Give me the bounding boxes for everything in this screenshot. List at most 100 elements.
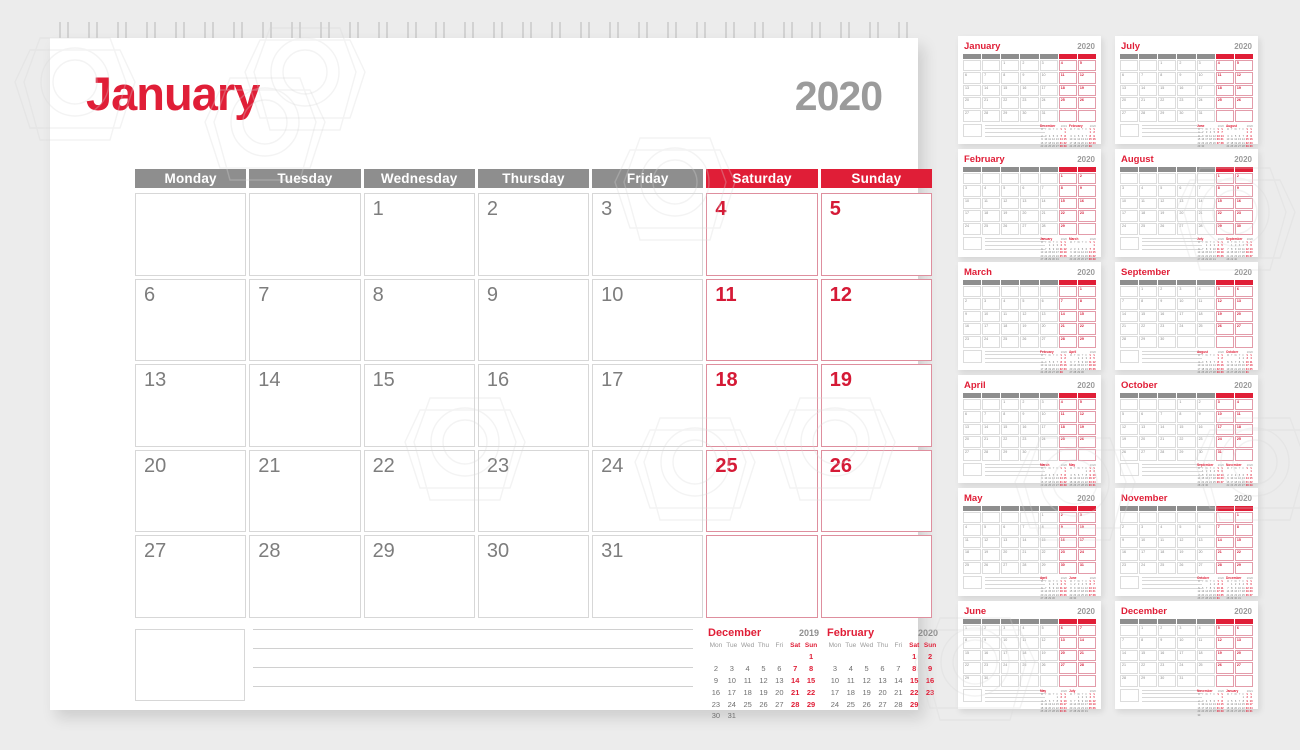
thumbnail-day-number: 13 [1060,638,1065,643]
thumbnail-day-cell: 6 [1039,298,1058,310]
thumbnail-day-cell: 23 [1177,97,1196,109]
day-cell[interactable]: 19 [820,364,932,447]
day-cell[interactable]: 23 [477,449,590,533]
thumbnail-day-cell: 22 [1215,210,1234,222]
thumbnail-day-cell: 29 [1077,335,1096,348]
thumbnail-footer: August 2020 M T W T F S S 1 2 3 4 5 6 7 8 9 10 11 12 13 14 15 16… [1120,349,1253,378]
thumbnail-page-may[interactable]: May 2020 1 2 3 4 5 6 7 8 9 10 11 12 13 14 15 16 17 18 19 20 21… [958,488,1101,600]
day-cell[interactable]: 11 [706,278,818,362]
thumbnail-day-cell: 30 [1020,109,1039,122]
thumbnail-day-number: 10 [1041,412,1046,417]
note-line[interactable] [253,686,693,687]
day-cell[interactable]: 17 [592,364,704,447]
mini-day: 15 [806,675,816,685]
thumbnail-page-march[interactable]: March 2020 1 2 3 4 5 6 7 8 9 10 11 12 13 14 15 16 17 18 19 20… [958,262,1101,374]
thumbnail-note-line [985,467,1045,468]
day-cell[interactable]: 7 [249,278,361,362]
thumbnail-day-cell: 3 [1196,59,1215,72]
thumbnail-day-cell: 20 [1039,323,1058,335]
day-cell[interactable]: 6 [135,278,247,362]
day-cell[interactable]: 5 [820,193,932,276]
note-line[interactable] [253,629,693,630]
thumbnail-weekday-cell [1058,279,1077,285]
day-cell[interactable]: 25 [706,449,818,533]
thumbnail-page-december[interactable]: December 2020 1 2 3 4 5 6 7 8 9 10 11 12 13 14 15 16 17 18 1… [1115,601,1258,717]
thumbnail-day-number: 17 [1141,550,1146,555]
thumbnail-day-cell: 8 [1158,72,1177,84]
thumbnail-day-number: 6 [1236,625,1239,630]
day-cell[interactable]: 4 [706,193,818,276]
day-cell[interactable] [135,193,247,276]
day-cell[interactable] [249,193,361,276]
thumbnail-month: September [1121,267,1171,278]
thumbnail-page-august[interactable]: August 2020 1 2 3 4 5 6 7 8 9 10 11 12 13 14 15 16 17 18 19 2… [1115,149,1258,261]
day-cell[interactable]: 2 [477,193,590,276]
thumbnail-day-number: 12 [1003,198,1008,203]
thumbnail-day-number: 3 [1179,625,1182,630]
thumbnail-day-number: 26 [1179,562,1184,567]
thumbnail-day-cell [1039,674,1058,687]
day-cell[interactable]: 14 [249,364,361,447]
note-line[interactable] [253,667,693,668]
day-cell[interactable]: 20 [135,449,247,533]
thumbnail-day-cell: 22 [1039,549,1058,561]
thumbnail-day-cell: 6 [963,411,982,423]
note-line[interactable] [253,648,693,649]
thumbnail-page-october[interactable]: October 2020 1 2 3 4 5 6 7 8 9 10 11 12 13 14 15 16 17 18 19… [1115,375,1258,491]
day-cell[interactable]: 27 [135,535,247,618]
thumbnail-day-number: 2 [1160,286,1163,291]
thumbnail-day-cell: 11 [1234,411,1253,423]
thumbnail-page-september[interactable]: September 2020 1 2 3 4 5 6 7 8 9 10 11 12 13 14 15 16 17 18… [1115,262,1258,378]
day-cell[interactable]: 15 [363,364,475,447]
day-cell[interactable]: 10 [592,278,704,362]
thumbnail-note-box [1120,688,1139,702]
day-cell[interactable]: 29 [363,535,475,618]
thumbnail-header: June 2020 [963,607,1096,617]
day-cell[interactable]: 18 [706,364,818,447]
thumbnail-page-november[interactable]: November 2020 1 2 3 4 5 6 7 8 9 10 11 12 13 14 15 16 17 18 1… [1115,488,1258,600]
note-box[interactable] [135,629,245,701]
thumbnail-day-cell: 12 [1039,637,1058,649]
day-cell[interactable]: 30 [477,535,590,618]
day-cell[interactable]: 9 [477,278,590,362]
thumbnail-day-cell [1196,511,1215,524]
thumbnail-weekday-cell [1158,618,1177,624]
thumbnail-day-number: 20 [1022,211,1027,216]
day-cell[interactable] [706,535,818,618]
day-number: 16 [486,369,510,392]
thumbnail-day-cell: 16 [1177,84,1196,97]
thumbnail-day-cell: 15 [1234,536,1253,549]
thumbnail-day-cell: 23 [1077,210,1096,222]
thumbnail-mini-day [1220,145,1224,149]
thumbnail-day-grid: 1 2 3 4 5 6 7 8 9 10 11 12 13 14 15 16 17 18 19 20 21 22 23 24 2… [1120,398,1253,461]
thumbnail-page-april[interactable]: April 2020 1 2 3 4 5 6 7 8 9 10 11 12 13 14 15 16 17 18 19 20… [958,375,1101,491]
thumbnail-day-cell [982,59,1001,72]
day-cell[interactable]: 28 [249,535,361,618]
day-cell[interactable]: 21 [249,449,361,533]
day-cell[interactable]: 3 [592,193,704,276]
day-cell[interactable]: 13 [135,364,247,447]
thumbnail-day-cell: 6 [1177,185,1196,197]
day-cell[interactable]: 12 [820,278,932,362]
thumbnail-page-january[interactable]: January 2020 1 2 3 4 5 6 7 8 9 10 11 12 13 14 15 16 17 18 19… [958,36,1101,152]
day-cell[interactable]: 26 [820,449,932,533]
day-number: 1 [372,198,384,220]
day-cell[interactable] [820,535,932,618]
mini-day: 19 [759,687,768,697]
thumbnail-page-june[interactable]: June 2020 1 2 3 4 5 6 7 8 9 10 11 12 13 14 15 16 17 18 19 20 2… [958,601,1101,713]
note-lines[interactable] [253,629,693,704]
thumbnail-mini-calendars: June 2020 M T W T F S S 1 2 3 4 5 6 7 8 9 10 11 12 13 14 15 16 17… [1197,124,1253,153]
thumbnail-day-cell: 15 [1158,84,1177,97]
day-cell[interactable]: 31 [592,535,704,618]
day-cell[interactable]: 1 [363,193,475,276]
thumbnail-day-number: 15 [1160,85,1165,90]
thumbnail-weekday-cell [1177,166,1196,172]
day-cell[interactable]: 8 [363,278,475,362]
thumbnail-page-july[interactable]: July 2020 1 2 3 4 5 6 7 8 9 10 11 12 13 14 15 16 17 18 19 20 2… [1115,36,1258,152]
thumbnail-day-cell: 27 [963,448,982,461]
thumbnail-weekday-cell [1215,618,1234,624]
day-cell[interactable]: 22 [363,449,475,533]
day-cell[interactable]: 24 [592,449,704,533]
day-cell[interactable]: 16 [477,364,590,447]
thumbnail-page-february[interactable]: February 2020 1 2 3 4 5 6 7 8 9 10 11 12 13 14 15 16 17 18 1… [958,149,1101,265]
